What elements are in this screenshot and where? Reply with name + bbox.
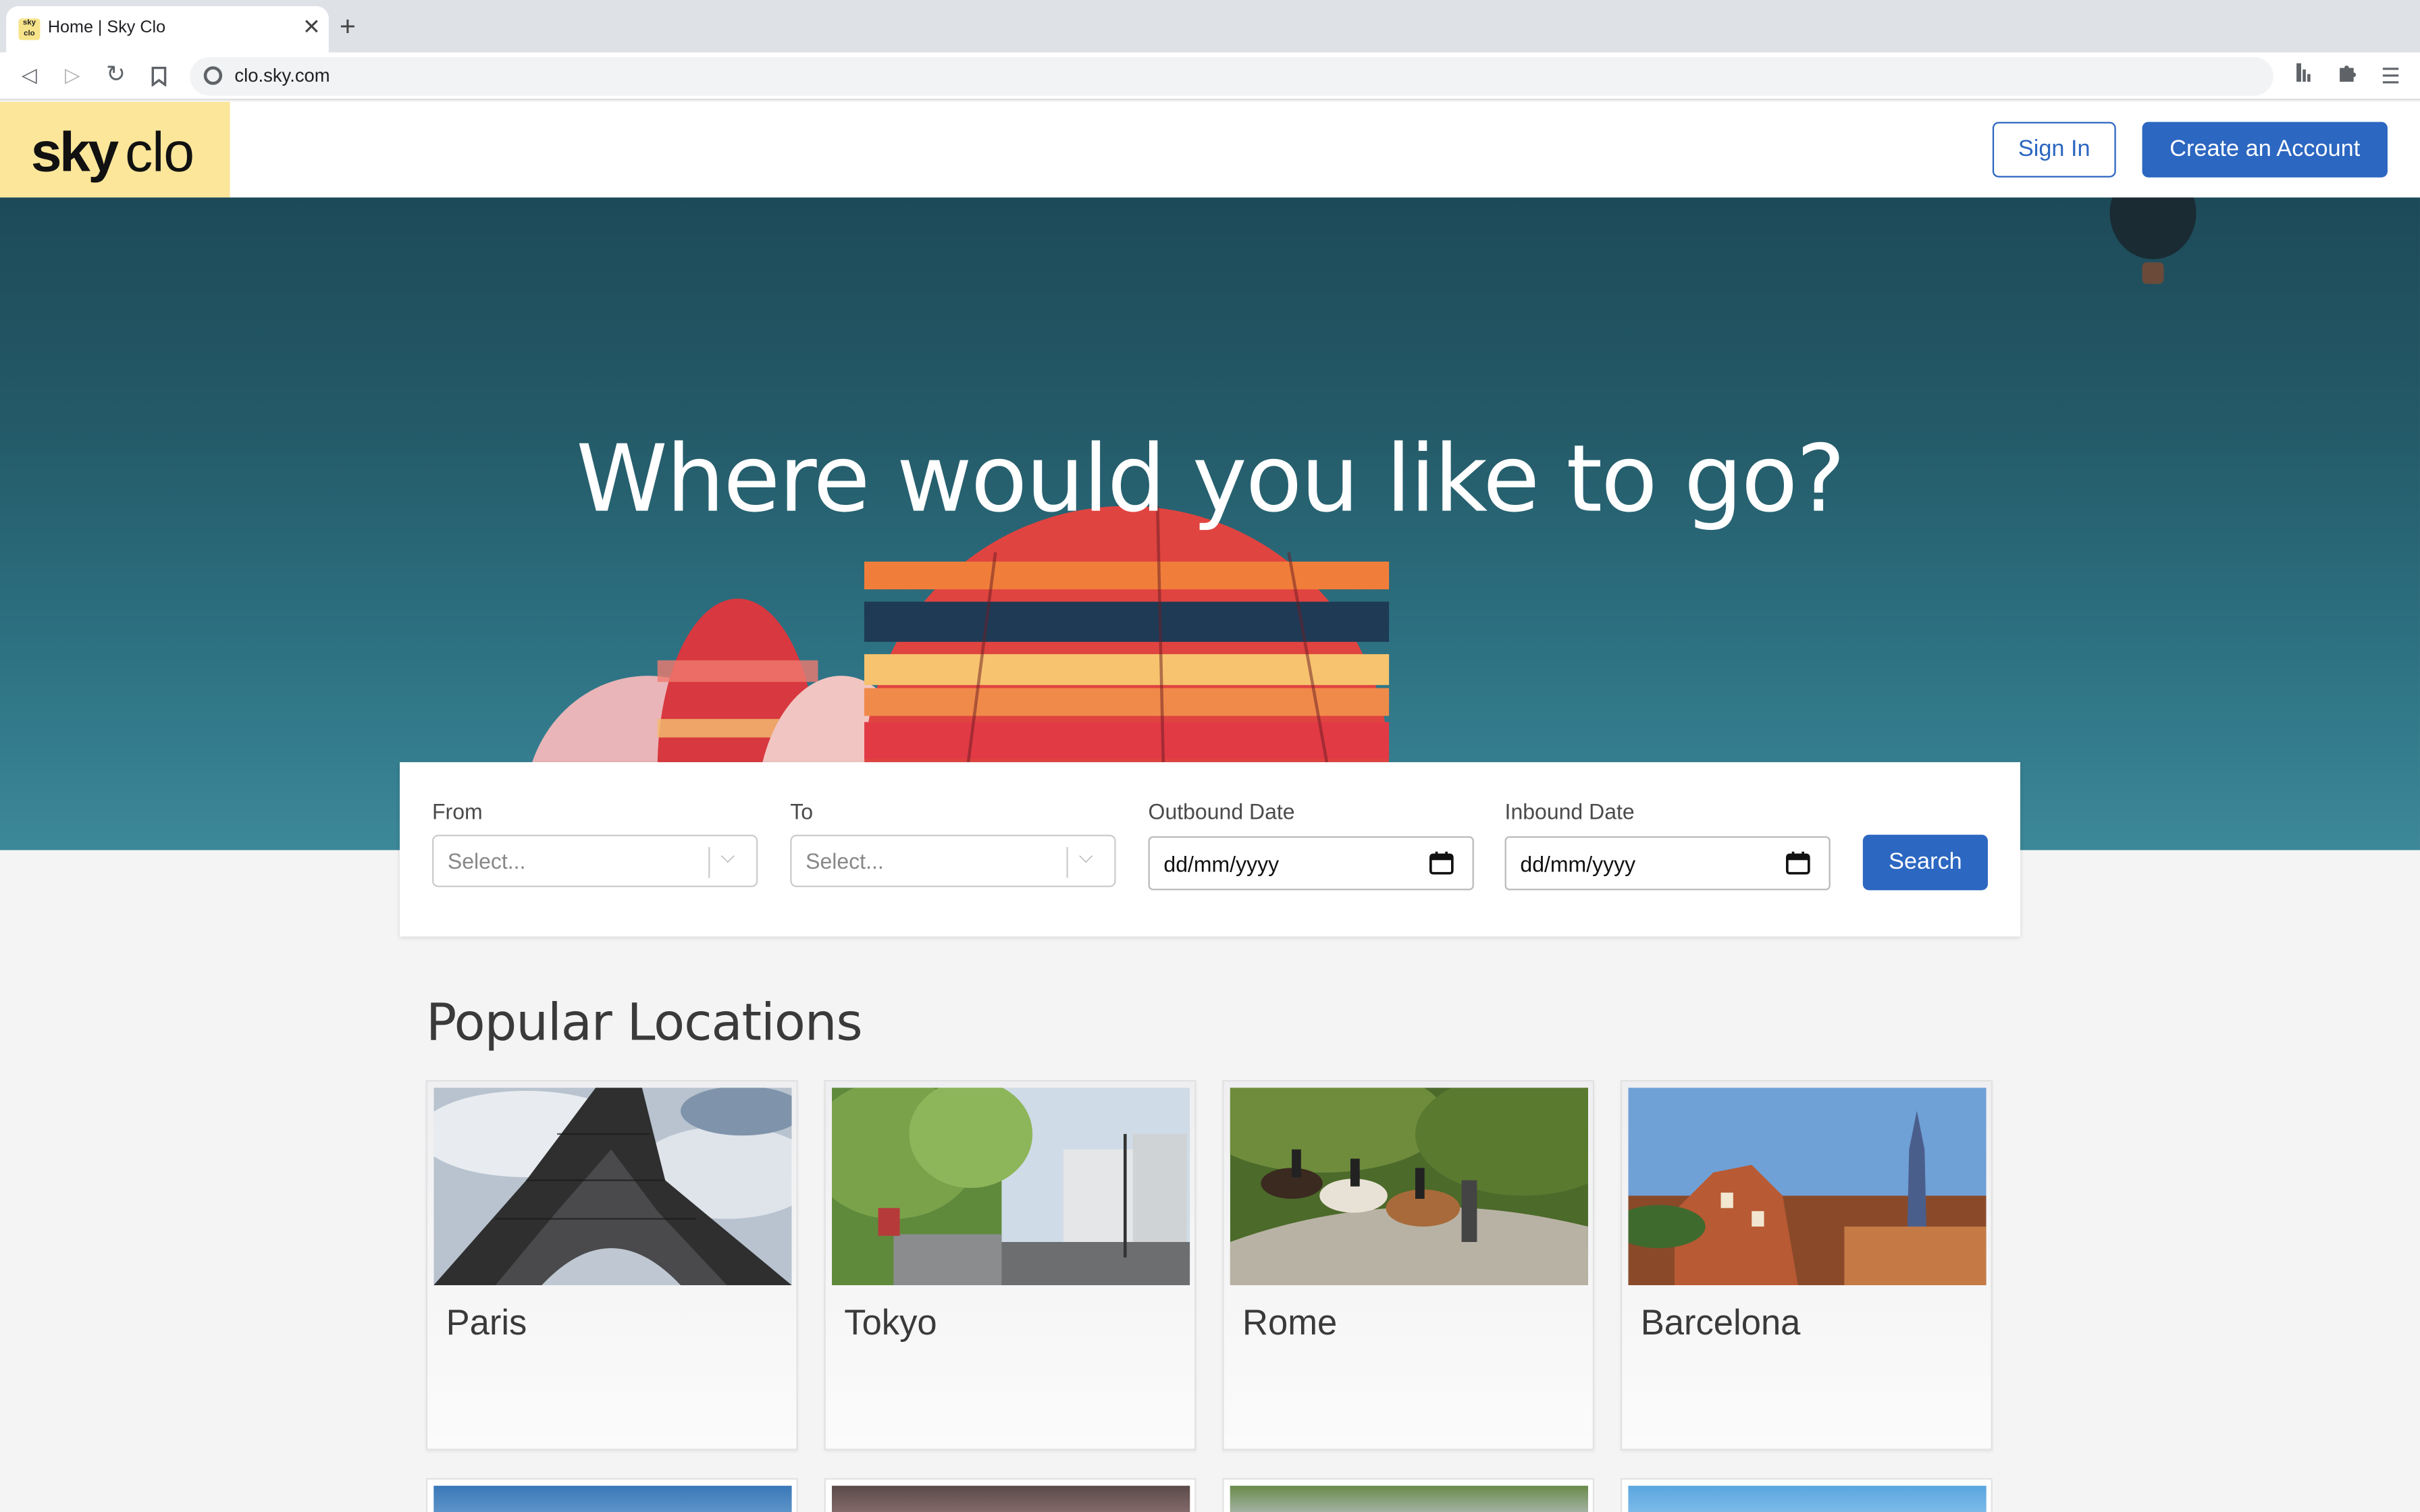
back-icon[interactable]: ◁ — [16, 61, 43, 89]
inbound-date-value: dd/mm/yyyy — [1520, 851, 1636, 877]
hero-banner: Where would you like to go? — [0, 197, 2420, 850]
search-panel: From Select... ⌵ To Select... ⌵ Outbound… — [399, 762, 2020, 937]
favicon-icon: sky clo — [18, 18, 41, 40]
calendar-icon[interactable] — [1786, 850, 1811, 875]
location-name: Paris — [446, 1302, 527, 1343]
extension-bars-icon[interactable] — [2290, 61, 2318, 89]
select-separator — [1066, 846, 1068, 878]
location-image — [433, 1486, 792, 1512]
from-label: From — [431, 799, 483, 824]
outbound-date-input[interactable]: dd/mm/yyyy — [1148, 836, 1474, 890]
paris-image — [433, 1087, 792, 1285]
from-select[interactable]: Select... ⌵ — [431, 834, 758, 888]
close-tab-icon[interactable]: ✕ — [302, 16, 321, 37]
logo-clo-text: clo — [125, 120, 194, 184]
browser-tabstrip: sky clo Home | Sky Clo ✕ + — [0, 0, 2420, 53]
outbound-date-value: dd/mm/yyyy — [1163, 851, 1280, 877]
select-separator — [708, 846, 710, 878]
location-name: Rome — [1242, 1302, 1338, 1343]
browser-tab[interactable]: sky clo Home | Sky Clo ✕ — [6, 6, 329, 53]
hero-title: Where would you like to go? — [576, 425, 1845, 534]
location-card-row2[interactable] — [1222, 1478, 1595, 1512]
location-card-barcelona[interactable]: Barcelona — [1620, 1079, 1993, 1451]
barcelona-image — [1628, 1087, 1987, 1285]
sign-in-button[interactable]: Sign In — [1992, 122, 2116, 178]
location-image — [1628, 1486, 1987, 1512]
url-text[interactable]: clo.sky.com — [234, 65, 330, 86]
popular-locations-title: Popular Locations — [425, 992, 863, 1052]
chevron-down-icon[interactable]: ⌵ — [1079, 846, 1093, 869]
address-bar[interactable]: clo.sky.com — [190, 57, 2273, 96]
logo-sky-text: sky — [30, 120, 119, 184]
create-account-button[interactable]: Create an Account — [2142, 122, 2388, 178]
search-button[interactable]: Search — [1862, 834, 1988, 890]
chevron-down-icon[interactable]: ⌵ — [720, 846, 735, 869]
location-card-rome[interactable]: Rome — [1222, 1079, 1595, 1451]
forward-icon[interactable]: ▷ — [59, 61, 86, 89]
browser-toolbar: ◁ ▷ ↻ clo.sky.com ☰ — [0, 52, 2420, 101]
location-image — [1230, 1486, 1588, 1512]
menu-icon[interactable]: ☰ — [2377, 61, 2404, 89]
calendar-icon[interactable] — [1429, 850, 1454, 875]
location-card-row2[interactable] — [425, 1478, 798, 1512]
to-placeholder: Select... — [806, 848, 884, 873]
to-label: To — [790, 799, 814, 824]
puzzle-icon[interactable] — [2334, 61, 2361, 89]
tab-title: Home | Sky Clo — [47, 18, 166, 37]
location-image — [831, 1486, 1190, 1512]
site-info-icon[interactable] — [203, 66, 223, 85]
tokyo-image — [831, 1087, 1190, 1285]
location-card-row2[interactable] — [824, 1478, 1196, 1512]
site-header: sky clo Sign In Create an Account — [0, 101, 2420, 198]
outbound-date-label: Outbound Date — [1148, 799, 1295, 824]
location-card-paris[interactable]: Paris — [425, 1079, 798, 1451]
reload-icon[interactable]: ↻ — [102, 61, 130, 89]
from-placeholder: Select... — [447, 848, 526, 873]
rome-image — [1230, 1087, 1588, 1285]
location-card-tokyo[interactable]: Tokyo — [824, 1079, 1196, 1451]
to-select[interactable]: Select... ⌵ — [790, 834, 1116, 888]
location-name: Tokyo — [844, 1302, 937, 1343]
bookmark-icon[interactable] — [145, 61, 173, 89]
new-tab-icon[interactable]: + — [340, 12, 356, 40]
location-card-row2[interactable] — [1620, 1478, 1993, 1512]
inbound-date-label: Inbound Date — [1504, 799, 1635, 824]
location-name: Barcelona — [1640, 1302, 1801, 1343]
sky-clo-logo[interactable]: sky clo — [0, 101, 230, 198]
inbound-date-input[interactable]: dd/mm/yyyy — [1504, 836, 1831, 890]
